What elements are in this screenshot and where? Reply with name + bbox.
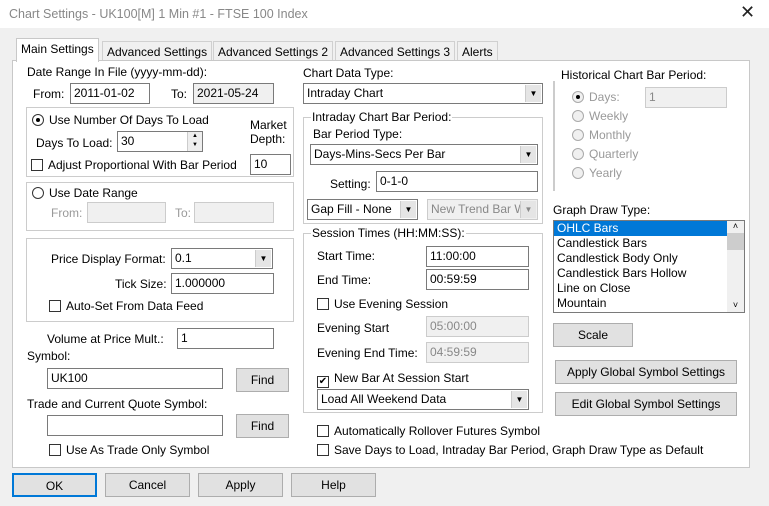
graph-draw-type-label: Graph Draw Type: — [553, 203, 651, 217]
date-range-label: Date Range In File (yyyy-mm-dd): — [27, 65, 208, 79]
list-item[interactable]: OHLC Bars — [554, 221, 727, 236]
intraday-group-label: Intraday Chart Bar Period: — [311, 110, 453, 124]
list-item[interactable]: Candlestick Bars — [554, 236, 727, 251]
chevron-up-icon: ˄ — [732, 221, 739, 231]
find-symbol-button[interactable]: Find — [236, 368, 289, 392]
symbol-label: Symbol: — [27, 349, 71, 363]
adjust-proportional-checkbox[interactable]: Adjust Proportional With Bar Period — [31, 158, 237, 172]
symbol-field[interactable]: UK100 — [47, 368, 223, 389]
chevron-down-icon: ▼ — [520, 201, 536, 218]
find-trade-symbol-button[interactable]: Find — [236, 414, 289, 438]
yearly-radio: Yearly — [572, 166, 622, 180]
chevron-down-icon: ▼ — [520, 146, 536, 163]
file-to-field: 2021-05-24 — [193, 83, 274, 104]
evening-end-label: Evening End Time: — [317, 346, 418, 360]
setting-label: Setting: — [330, 177, 371, 191]
volume-mult-field[interactable]: 1 — [177, 328, 274, 349]
cancel-button[interactable]: Cancel — [105, 473, 190, 497]
gap-fill-select[interactable]: Gap Fill - None ▼ — [307, 199, 418, 220]
bar-period-type-select[interactable]: Days-Mins-Secs Per Bar ▼ — [310, 144, 538, 165]
hist-days-field: 1 — [645, 87, 727, 108]
from-label: From: — [33, 87, 65, 101]
tick-size-label: Tick Size: — [115, 277, 167, 291]
chart-data-type-label: Chart Data Type: — [303, 66, 394, 80]
days-to-load-label: Days To Load: — [36, 136, 113, 150]
days-radio: Days: — [572, 90, 620, 104]
range-from-field — [87, 202, 166, 223]
stepper-arrows-icon[interactable]: ▲ ▼ — [187, 132, 202, 151]
price-format-label: Price Display Format: — [51, 252, 166, 266]
chevron-down-icon: ▼ — [400, 201, 416, 218]
start-time-label: Start Time: — [317, 249, 376, 263]
list-item[interactable]: Line on Close — [554, 281, 727, 296]
evening-end-field: 04:59:59 — [426, 342, 529, 363]
volume-mult-label: Volume at Price Mult.: — [47, 332, 164, 346]
weekly-radio: Weekly — [572, 109, 628, 123]
range-from-label: From: — [51, 206, 83, 220]
chevron-down-icon: ▼ — [525, 85, 541, 102]
apply-global-settings-button[interactable]: Apply Global Symbol Settings — [555, 360, 737, 384]
title-bar: Chart Settings - UK100[M] 1 Min #1 - FTS… — [0, 0, 769, 28]
close-icon[interactable]: ✕ — [740, 2, 755, 23]
end-time-label: End Time: — [317, 273, 372, 287]
save-default-checkbox[interactable]: Save Days to Load, Intraday Bar Period, … — [317, 443, 703, 457]
start-time-field[interactable]: 11:00:00 — [426, 246, 529, 267]
tab-main-settings[interactable]: Main Settings — [16, 38, 99, 62]
scale-button[interactable]: Scale — [553, 323, 633, 347]
use-date-range-radio[interactable]: Use Date Range — [32, 186, 138, 200]
trade-symbol-label: Trade and Current Quote Symbol: — [27, 397, 208, 411]
list-item[interactable]: Mountain — [554, 296, 727, 311]
graph-draw-type-list[interactable]: OHLC Bars Candlestick Bars Candlestick B… — [553, 220, 745, 313]
market-depth-field[interactable]: 10 — [250, 154, 291, 175]
help-button[interactable]: Help — [291, 473, 376, 497]
apply-button[interactable]: Apply — [198, 473, 283, 497]
tick-size-field[interactable]: 1.000000 — [171, 273, 274, 294]
new-bar-checkbox[interactable]: ✔ New Bar At Session Start — [317, 371, 469, 388]
historical-group-label: Historical Chart Bar Period: — [560, 68, 708, 82]
list-item[interactable]: Candlestick Bars Hollow — [554, 266, 727, 281]
historical-group — [553, 81, 555, 191]
tab-advanced-settings[interactable]: Advanced Settings — [102, 41, 213, 61]
scrollbar[interactable]: ˄ ˅ — [727, 221, 744, 312]
chevron-down-icon: ▼ — [511, 391, 527, 408]
to-label: To: — [171, 87, 188, 101]
tab-advanced-settings-3[interactable]: Advanced Settings 3 — [335, 41, 456, 61]
file-from-field[interactable]: 2011-01-02 — [70, 83, 150, 104]
weekend-data-select[interactable]: Load All Weekend Data ▼ — [317, 389, 529, 410]
evening-session-checkbox[interactable]: Use Evening Session — [317, 297, 448, 311]
list-item[interactable]: Candlestick Body Only — [554, 251, 727, 266]
tab-alerts[interactable]: Alerts — [457, 41, 498, 61]
trade-symbol-field[interactable] — [47, 415, 223, 436]
auto-set-checkbox[interactable]: Auto-Set From Data Feed — [49, 299, 203, 313]
use-days-radio[interactable]: Use Number Of Days To Load — [32, 113, 209, 127]
evening-start-field: 05:00:00 — [426, 316, 529, 337]
monthly-radio: Monthly — [572, 128, 631, 142]
range-to-label: To: — [175, 206, 192, 220]
tab-advanced-settings-2[interactable]: Advanced Settings 2 — [213, 41, 334, 61]
scrollbar-thumb — [727, 233, 744, 250]
evening-start-label: Evening Start — [317, 321, 390, 335]
quarterly-radio: Quarterly — [572, 147, 638, 161]
range-to-field — [194, 202, 274, 223]
trade-only-checkbox[interactable]: Use As Trade Only Symbol — [49, 443, 209, 457]
ok-button[interactable]: OK — [12, 473, 97, 497]
new-trend-select: New Trend Bar W ▼ — [427, 199, 538, 220]
end-time-field[interactable]: 00:59:59 — [426, 269, 529, 290]
session-group-label: Session Times (HH:MM:SS): — [311, 226, 466, 240]
setting-field[interactable]: 0-1-0 — [376, 171, 538, 192]
edit-global-settings-button[interactable]: Edit Global Symbol Settings — [555, 392, 737, 416]
bar-period-type-label: Bar Period Type: — [313, 127, 403, 141]
price-format-select[interactable]: 0.1 ▼ — [171, 248, 273, 269]
chevron-down-icon: ▼ — [255, 250, 271, 267]
chevron-down-icon: ˅ — [732, 300, 739, 310]
chart-data-type-select[interactable]: Intraday Chart ▼ — [303, 83, 543, 104]
rollover-checkbox[interactable]: Automatically Rollover Futures Symbol — [317, 424, 540, 438]
window-title: Chart Settings - UK100[M] 1 Min #1 - FTS… — [9, 7, 308, 21]
market-depth-label: Market Depth: — [250, 118, 287, 146]
